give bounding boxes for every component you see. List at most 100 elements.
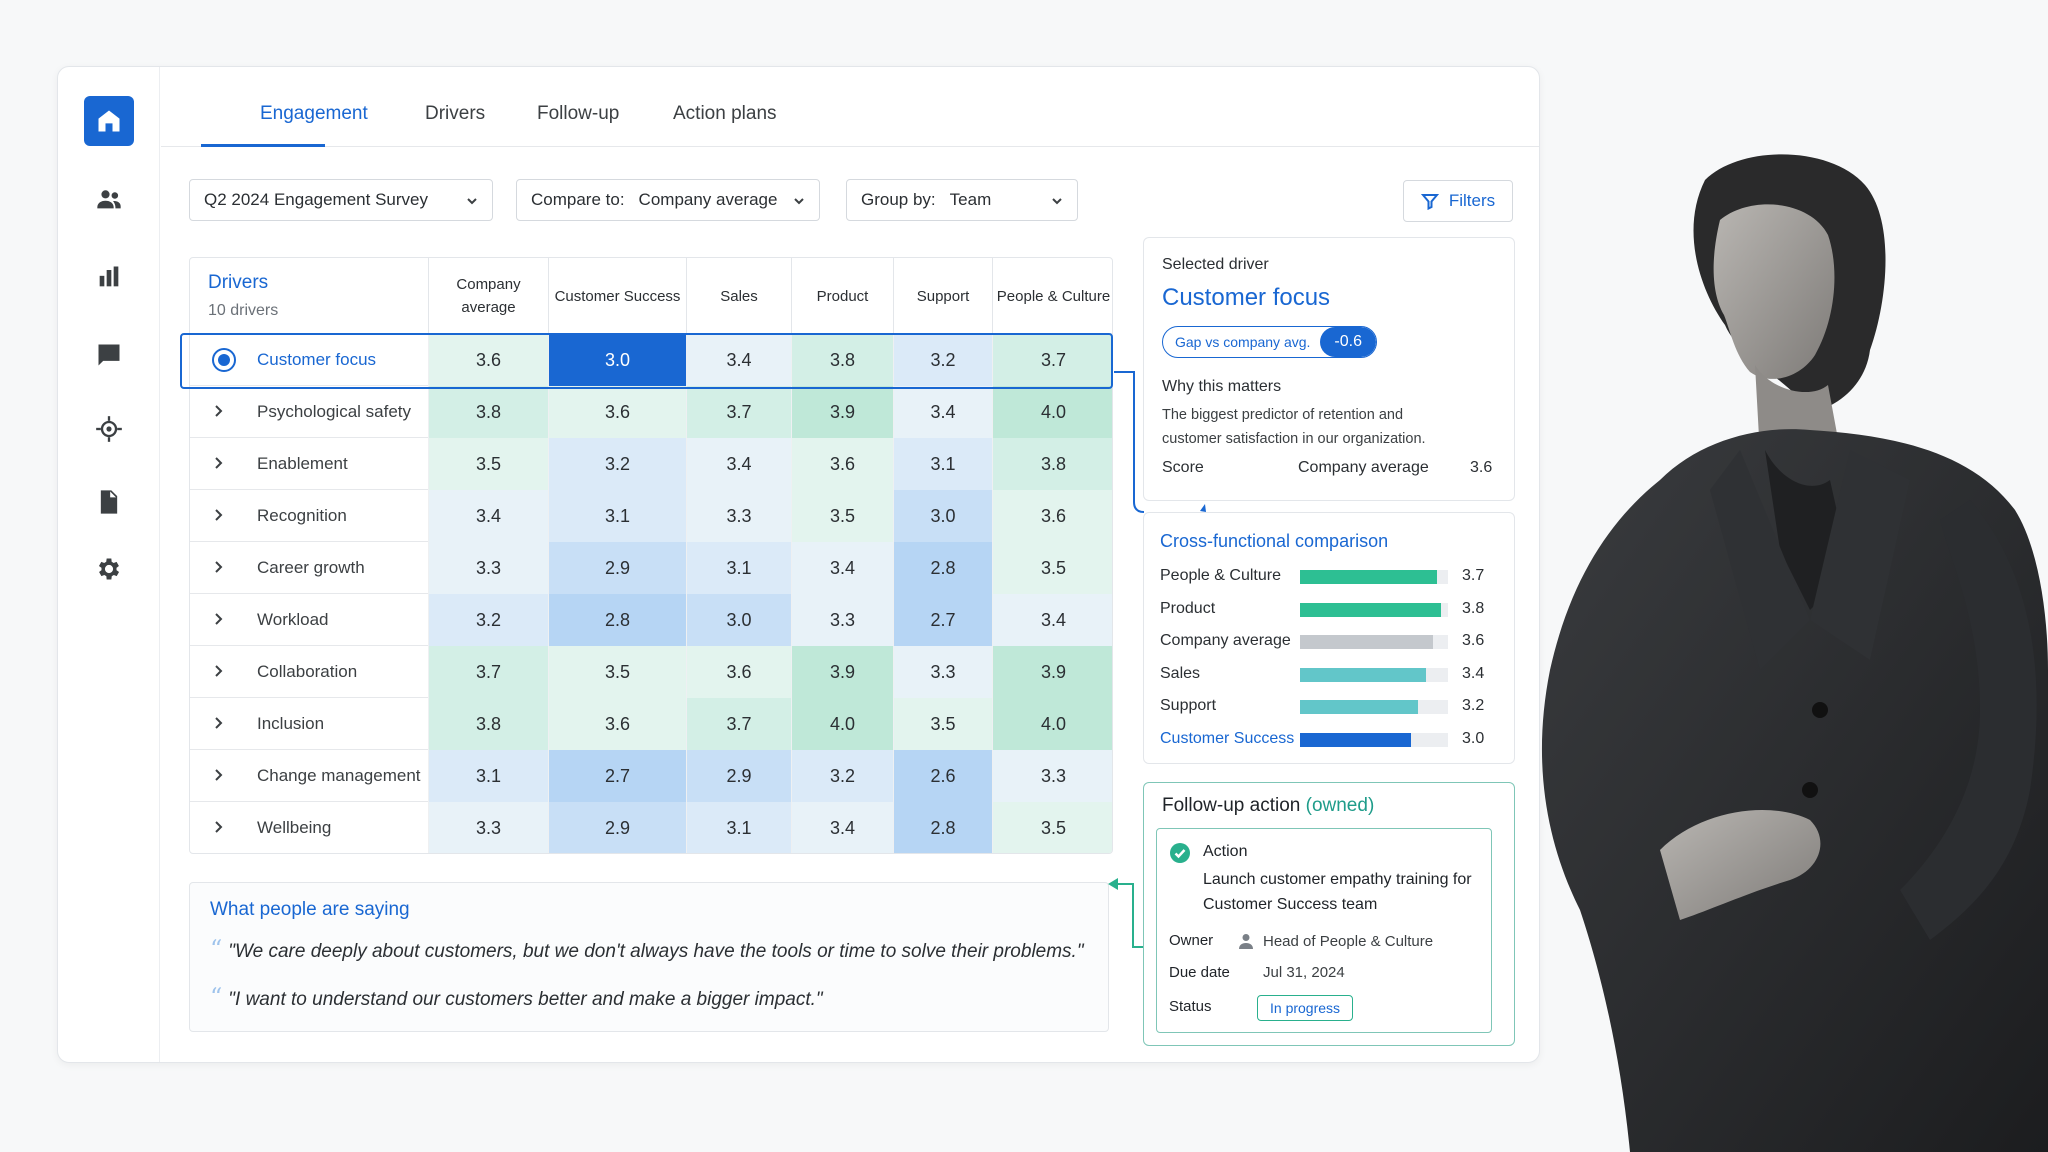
score-cell[interactable]: 3.2 — [548, 438, 686, 490]
chevron-right-icon[interactable] — [212, 716, 226, 730]
table-row[interactable]: Recognition 3.4 3.1 3.3 3.5 3.0 3.6 — [190, 490, 1112, 542]
survey-select[interactable]: Q2 2024 Engagement Survey — [189, 179, 493, 221]
score-cell[interactable]: 2.8 — [893, 802, 992, 853]
score-cell[interactable]: 2.8 — [893, 542, 992, 594]
score-cell[interactable]: 2.7 — [548, 750, 686, 802]
table-row[interactable]: Workload 3.2 2.8 3.0 3.3 2.7 3.4 — [190, 594, 1112, 646]
score-cell[interactable]: 3.4 — [686, 438, 791, 490]
score-cell[interactable]: 4.0 — [791, 698, 893, 750]
score-cell[interactable]: 3.6 — [548, 386, 686, 438]
score-cell[interactable]: 3.6 — [992, 490, 1112, 542]
score-cell[interactable]: 3.4 — [992, 594, 1112, 646]
table-row[interactable]: Inclusion 3.8 3.6 3.7 4.0 3.5 4.0 — [190, 698, 1112, 750]
compare-select[interactable]: Compare to: Company average — [516, 179, 820, 221]
score-cell[interactable]: 3.8 — [428, 386, 548, 438]
score-cell[interactable]: 3.1 — [686, 542, 791, 594]
chevron-right-icon[interactable] — [212, 456, 226, 470]
score-cell[interactable]: 3.9 — [992, 646, 1112, 698]
people-icon[interactable] — [84, 174, 134, 224]
score-cell[interactable]: 3.2 — [893, 334, 992, 386]
score-cell[interactable]: 3.5 — [428, 438, 548, 490]
radio-selected-icon[interactable] — [212, 348, 236, 372]
column-header[interactable]: Product — [791, 258, 893, 334]
target-icon[interactable] — [84, 404, 134, 454]
score-cell[interactable]: 3.4 — [686, 334, 791, 386]
score-cell[interactable]: 4.0 — [992, 386, 1112, 438]
score-cell[interactable]: 3.5 — [893, 698, 992, 750]
score-cell[interactable]: 3.7 — [686, 698, 791, 750]
table-row[interactable]: Change management 3.1 2.7 2.9 3.2 2.6 3.3 — [190, 750, 1112, 802]
score-cell[interactable]: 3.0 — [548, 334, 686, 386]
score-cell[interactable]: 2.9 — [548, 542, 686, 594]
chevron-right-icon[interactable] — [212, 560, 226, 574]
score-cell[interactable]: 3.6 — [791, 438, 893, 490]
score-cell[interactable]: 2.9 — [548, 802, 686, 853]
score-cell[interactable]: 2.7 — [893, 594, 992, 646]
score-cell[interactable]: 3.5 — [992, 802, 1112, 853]
message-icon[interactable] — [84, 330, 134, 380]
column-header[interactable]: Customer Success — [548, 258, 686, 334]
chevron-right-icon[interactable] — [212, 820, 226, 834]
score-cell[interactable]: 3.4 — [791, 802, 893, 853]
table-row[interactable]: Career growth 3.3 2.9 3.1 3.4 2.8 3.5 — [190, 542, 1112, 594]
score-cell[interactable]: 3.2 — [791, 750, 893, 802]
score-cell[interactable]: 3.7 — [992, 334, 1112, 386]
tab-follow-up[interactable]: Follow-up — [537, 103, 619, 125]
chevron-right-icon[interactable] — [212, 612, 226, 626]
chevron-right-icon[interactable] — [212, 404, 226, 418]
column-header[interactable]: Sales — [686, 258, 791, 334]
score-cell[interactable]: 3.4 — [428, 490, 548, 542]
score-cell[interactable]: 3.7 — [428, 646, 548, 698]
score-cell[interactable]: 4.0 — [992, 698, 1112, 750]
score-cell[interactable]: 3.3 — [893, 646, 992, 698]
score-cell[interactable]: 3.5 — [548, 646, 686, 698]
score-cell[interactable]: 3.0 — [686, 594, 791, 646]
status-badge[interactable]: In progress — [1257, 995, 1354, 1021]
score-cell[interactable]: 3.3 — [791, 594, 893, 646]
score-cell[interactable]: 3.0 — [893, 490, 992, 542]
chevron-right-icon[interactable] — [212, 508, 226, 522]
score-cell[interactable]: 3.4 — [791, 542, 893, 594]
filters-button[interactable]: Filters — [1403, 180, 1513, 222]
group-select[interactable]: Group by: Team — [846, 179, 1078, 221]
tab-drivers[interactable]: Drivers — [425, 103, 485, 125]
tab-engagement[interactable]: Engagement — [260, 103, 368, 125]
score-cell[interactable]: 3.1 — [548, 490, 686, 542]
score-cell[interactable]: 3.8 — [791, 334, 893, 386]
document-icon[interactable] — [84, 477, 134, 527]
table-row[interactable]: Enablement 3.5 3.2 3.4 3.6 3.1 3.8 — [190, 438, 1112, 490]
score-cell[interactable]: 3.6 — [428, 334, 548, 386]
score-cell[interactable]: 3.7 — [686, 386, 791, 438]
score-cell[interactable]: 3.5 — [791, 490, 893, 542]
score-cell[interactable]: 3.3 — [992, 750, 1112, 802]
score-cell[interactable]: 3.6 — [548, 698, 686, 750]
score-cell[interactable]: 2.8 — [548, 594, 686, 646]
score-cell[interactable]: 3.6 — [686, 646, 791, 698]
column-header[interactable]: Company average — [428, 258, 548, 334]
score-cell[interactable]: 3.9 — [791, 646, 893, 698]
chevron-right-icon[interactable] — [212, 664, 226, 678]
score-cell[interactable]: 3.9 — [791, 386, 893, 438]
gear-icon[interactable] — [84, 544, 134, 594]
chevron-right-icon[interactable] — [212, 768, 226, 782]
score-cell[interactable]: 2.6 — [893, 750, 992, 802]
score-cell[interactable]: 2.9 — [686, 750, 791, 802]
table-row[interactable]: Collaboration 3.7 3.5 3.6 3.9 3.3 3.9 — [190, 646, 1112, 698]
table-row[interactable]: Wellbeing 3.3 2.9 3.1 3.4 2.8 3.5 — [190, 802, 1112, 853]
score-cell[interactable]: 3.3 — [428, 542, 548, 594]
table-row[interactable]: Customer focus 3.6 3.0 3.4 3.8 3.2 3.7 — [190, 334, 1112, 386]
column-header[interactable]: People & Culture — [992, 258, 1112, 334]
score-cell[interactable]: 3.5 — [992, 542, 1112, 594]
bar-chart-icon[interactable] — [84, 252, 134, 302]
score-cell[interactable]: 3.2 — [428, 594, 548, 646]
action-card[interactable]: Action Launch customer empathy training … — [1156, 828, 1492, 1033]
score-cell[interactable]: 3.1 — [428, 750, 548, 802]
score-cell[interactable]: 3.1 — [686, 802, 791, 853]
tab-action-plans[interactable]: Action plans — [673, 103, 777, 125]
score-cell[interactable]: 3.4 — [893, 386, 992, 438]
home-icon[interactable] — [84, 96, 134, 146]
score-cell[interactable]: 3.3 — [686, 490, 791, 542]
score-cell[interactable]: 3.1 — [893, 438, 992, 490]
table-row[interactable]: Psychological safety 3.8 3.6 3.7 3.9 3.4 4.0 — [190, 386, 1112, 438]
score-cell[interactable]: 3.8 — [428, 698, 548, 750]
